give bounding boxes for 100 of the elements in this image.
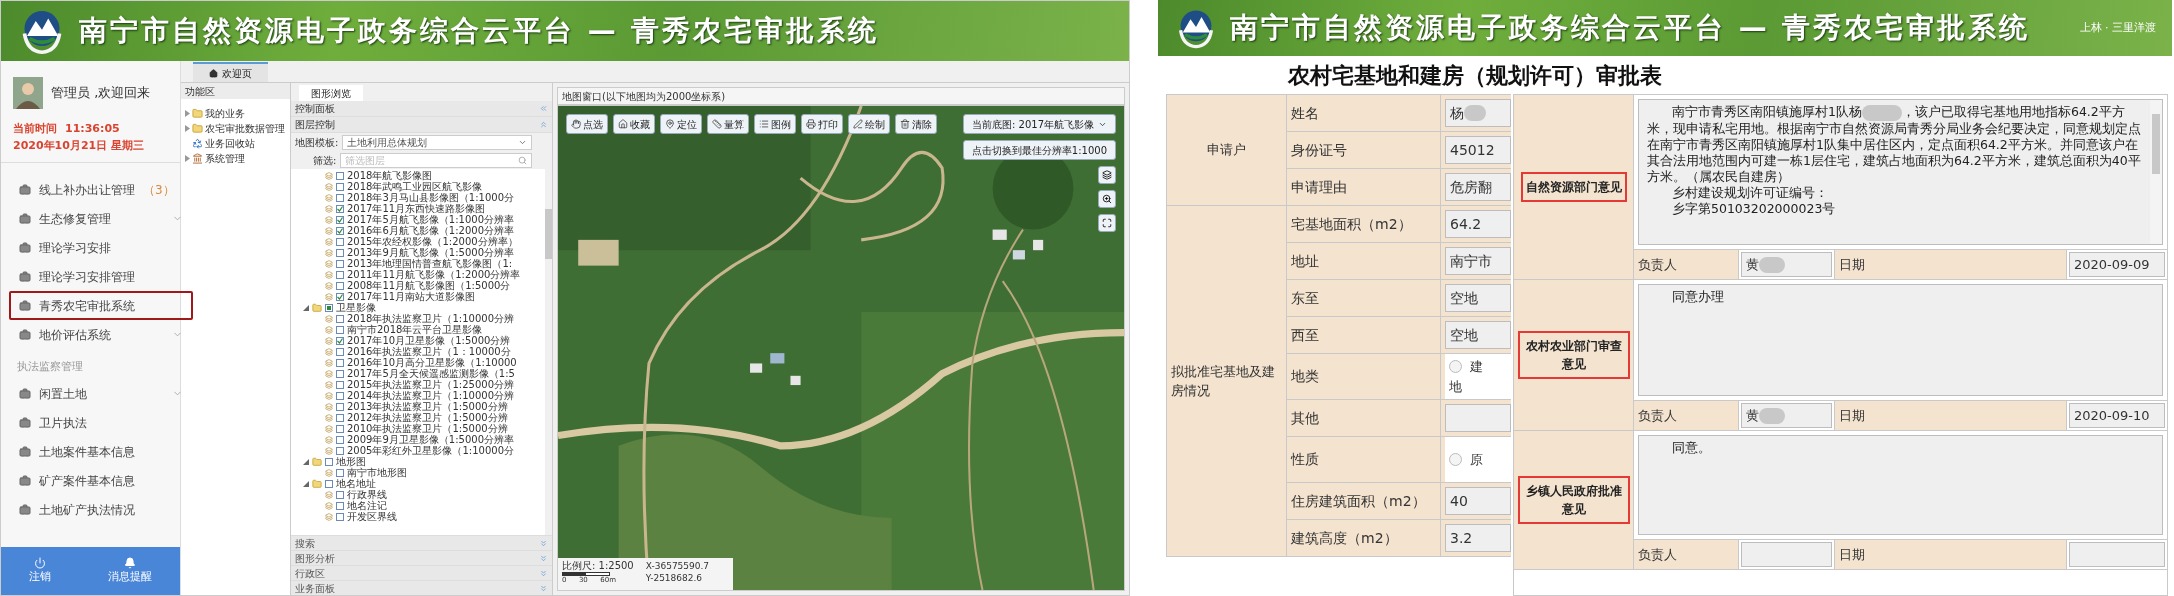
- layer-label[interactable]: 2012年执法监察卫片（1:5000分辨: [347, 412, 508, 423]
- accordion-header[interactable]: 控制面板: [291, 101, 552, 117]
- menu-item[interactable]: 土地矿产执法情况: [9, 495, 193, 524]
- layer-label[interactable]: 2013年地理国情普查航飞影像图（1:: [347, 258, 513, 269]
- tree-item[interactable]: 系统管理: [181, 152, 290, 165]
- checkbox[interactable]: [336, 468, 344, 477]
- layer-label[interactable]: 2018年3月马山县影像图（1:1000分: [347, 192, 514, 203]
- collapse-arrow-icon[interactable]: [303, 480, 309, 487]
- accordion-header[interactable]: 行政区: [291, 565, 552, 580]
- checkbox[interactable]: [336, 358, 344, 367]
- opinion-textarea[interactable]: 同意办理: [1638, 284, 2163, 396]
- accordion-header[interactable]: 业务面板: [291, 580, 552, 595]
- checkbox[interactable]: [336, 281, 344, 290]
- checkbox[interactable]: [336, 248, 344, 257]
- accordion-header[interactable]: 搜索: [291, 535, 552, 550]
- checkbox[interactable]: [336, 237, 344, 246]
- checkbox[interactable]: [336, 336, 344, 345]
- map-tool-button[interactable]: 定位: [660, 114, 702, 134]
- layer-label[interactable]: 2017年11月南站大道影像图: [347, 291, 476, 302]
- layer-label[interactable]: 2008年11月航飞影像图（1:5000分: [347, 280, 511, 291]
- layer-group-label[interactable]: 卫星影像: [336, 302, 376, 313]
- checkbox[interactable]: [336, 215, 344, 224]
- map-tool-button[interactable]: 绘制: [848, 114, 890, 134]
- menu-item[interactable]: 闲置土地: [9, 379, 193, 408]
- signer-field[interactable]: [1741, 542, 1832, 567]
- checkbox[interactable]: [325, 457, 333, 466]
- layer-label[interactable]: 2017年11月东西快速路影像图: [347, 203, 486, 214]
- tree-item[interactable]: 农宅审批数据管理: [181, 122, 290, 135]
- notification-button[interactable]: 消息提醒: [107, 556, 152, 586]
- checkbox[interactable]: [336, 314, 344, 323]
- menu-item[interactable]: 生态修复管理: [9, 204, 193, 233]
- text-field[interactable]: 南宁市: [1445, 247, 1511, 275]
- logout-button[interactable]: 注销: [29, 556, 52, 586]
- text-field[interactable]: 64.2: [1445, 210, 1511, 238]
- menu-item[interactable]: 线上补办出让管理 （3）: [9, 175, 193, 204]
- map-tool-button[interactable]: 打印: [801, 114, 843, 134]
- layer-label[interactable]: 2009年9月卫星影像（1:5000分辨率: [347, 434, 514, 445]
- opinion-textarea[interactable]: 同意。: [1638, 435, 2163, 535]
- checkbox[interactable]: [336, 446, 344, 455]
- tab[interactable]: 欢迎页: [193, 62, 268, 82]
- checkbox[interactable]: [336, 369, 344, 378]
- layer-label[interactable]: 2010年执法监察卫片（1:5000分辨: [347, 423, 508, 434]
- layer-label[interactable]: 2017年10月卫星影像（1:5000分辨: [347, 335, 511, 346]
- accordion-header[interactable]: 图形分析: [291, 550, 552, 565]
- satellite-map-drawing[interactable]: [558, 106, 1124, 590]
- layer-label[interactable]: 行政界线: [347, 489, 387, 500]
- tree-item[interactable]: 我的业务: [181, 107, 290, 120]
- checkbox[interactable]: [336, 424, 344, 433]
- text-field[interactable]: 3.2: [1445, 524, 1511, 552]
- menu-item[interactable]: 理论学习安排: [9, 233, 193, 262]
- text-field[interactable]: 40: [1445, 487, 1511, 515]
- menu-item[interactable]: 矿产案件基本信息: [9, 466, 193, 495]
- layer-label[interactable]: 2016年6月航飞影像（1:2000分辨率: [347, 225, 514, 236]
- date-field[interactable]: [2069, 542, 2165, 567]
- radio-button[interactable]: [1449, 360, 1462, 374]
- checkbox[interactable]: [336, 226, 344, 235]
- checkbox[interactable]: [325, 303, 333, 312]
- checkbox[interactable]: [325, 479, 333, 488]
- checkbox[interactable]: [336, 193, 344, 202]
- checkbox[interactable]: [336, 292, 344, 301]
- checkbox[interactable]: [336, 512, 344, 521]
- menu-item[interactable]: 地价评估系统: [9, 320, 193, 349]
- map-tool-button[interactable]: 图例: [754, 114, 796, 134]
- tab[interactable]: 图形浏览: [299, 85, 363, 101]
- checkbox[interactable]: [336, 259, 344, 268]
- date-field[interactable]: 2020-09-10: [2069, 403, 2165, 428]
- layer-label[interactable]: 2018年航飞影像图: [347, 170, 433, 181]
- checkbox[interactable]: [336, 435, 344, 444]
- checkbox[interactable]: [336, 413, 344, 422]
- checkbox[interactable]: [336, 182, 344, 191]
- layer-label[interactable]: 2011年11月航飞影像（1:2000分辨率: [347, 269, 521, 280]
- checkbox[interactable]: [336, 171, 344, 180]
- collapse-arrow-icon[interactable]: [303, 458, 309, 465]
- layer-label[interactable]: 南宁市2018年云平台卫星影像: [347, 324, 483, 335]
- fullscreen-button[interactable]: [1098, 214, 1116, 232]
- map-tool-button[interactable]: 清除: [895, 114, 937, 134]
- checkbox[interactable]: [336, 391, 344, 400]
- layer-label[interactable]: 2016年执法监察卫片（1：10000分: [347, 346, 511, 357]
- template-select[interactable]: 土地利用总体规划: [342, 134, 532, 150]
- text-field[interactable]: 空地: [1445, 321, 1511, 349]
- layer-label[interactable]: 开发区界线: [347, 511, 397, 522]
- menu-item[interactable]: 土地案件基本信息: [9, 437, 193, 466]
- radio-button[interactable]: [1449, 453, 1462, 466]
- map-tool-button[interactable]: 点选: [566, 114, 608, 134]
- layer-group-label[interactable]: 地名地址: [336, 478, 376, 489]
- zoom-button[interactable]: [1098, 190, 1116, 208]
- menu-item[interactable]: 卫片执法: [9, 408, 193, 437]
- layer-group-label[interactable]: 地形图: [336, 456, 366, 467]
- checkbox[interactable]: [336, 270, 344, 279]
- layer-label[interactable]: 2017年5月航飞影像（1:1000分辨率: [347, 214, 514, 225]
- layer-label[interactable]: 2016年10月高分卫星影像（1:10000: [347, 357, 517, 368]
- tree-item[interactable]: 业务回收站: [181, 137, 290, 150]
- map-tool-button[interactable]: 收藏: [613, 114, 655, 134]
- text-field[interactable]: 45012: [1445, 136, 1511, 164]
- checkbox[interactable]: [336, 347, 344, 356]
- text-field[interactable]: [1445, 404, 1511, 432]
- basemap-dropdown[interactable]: 当前底图: 2017年航飞影像: [963, 114, 1116, 134]
- layer-label[interactable]: 地名注记: [347, 500, 387, 511]
- layer-label[interactable]: 2013年9月航飞影像（1:5000分辨率: [347, 247, 514, 258]
- accordion-header[interactable]: 图层控制: [291, 117, 552, 133]
